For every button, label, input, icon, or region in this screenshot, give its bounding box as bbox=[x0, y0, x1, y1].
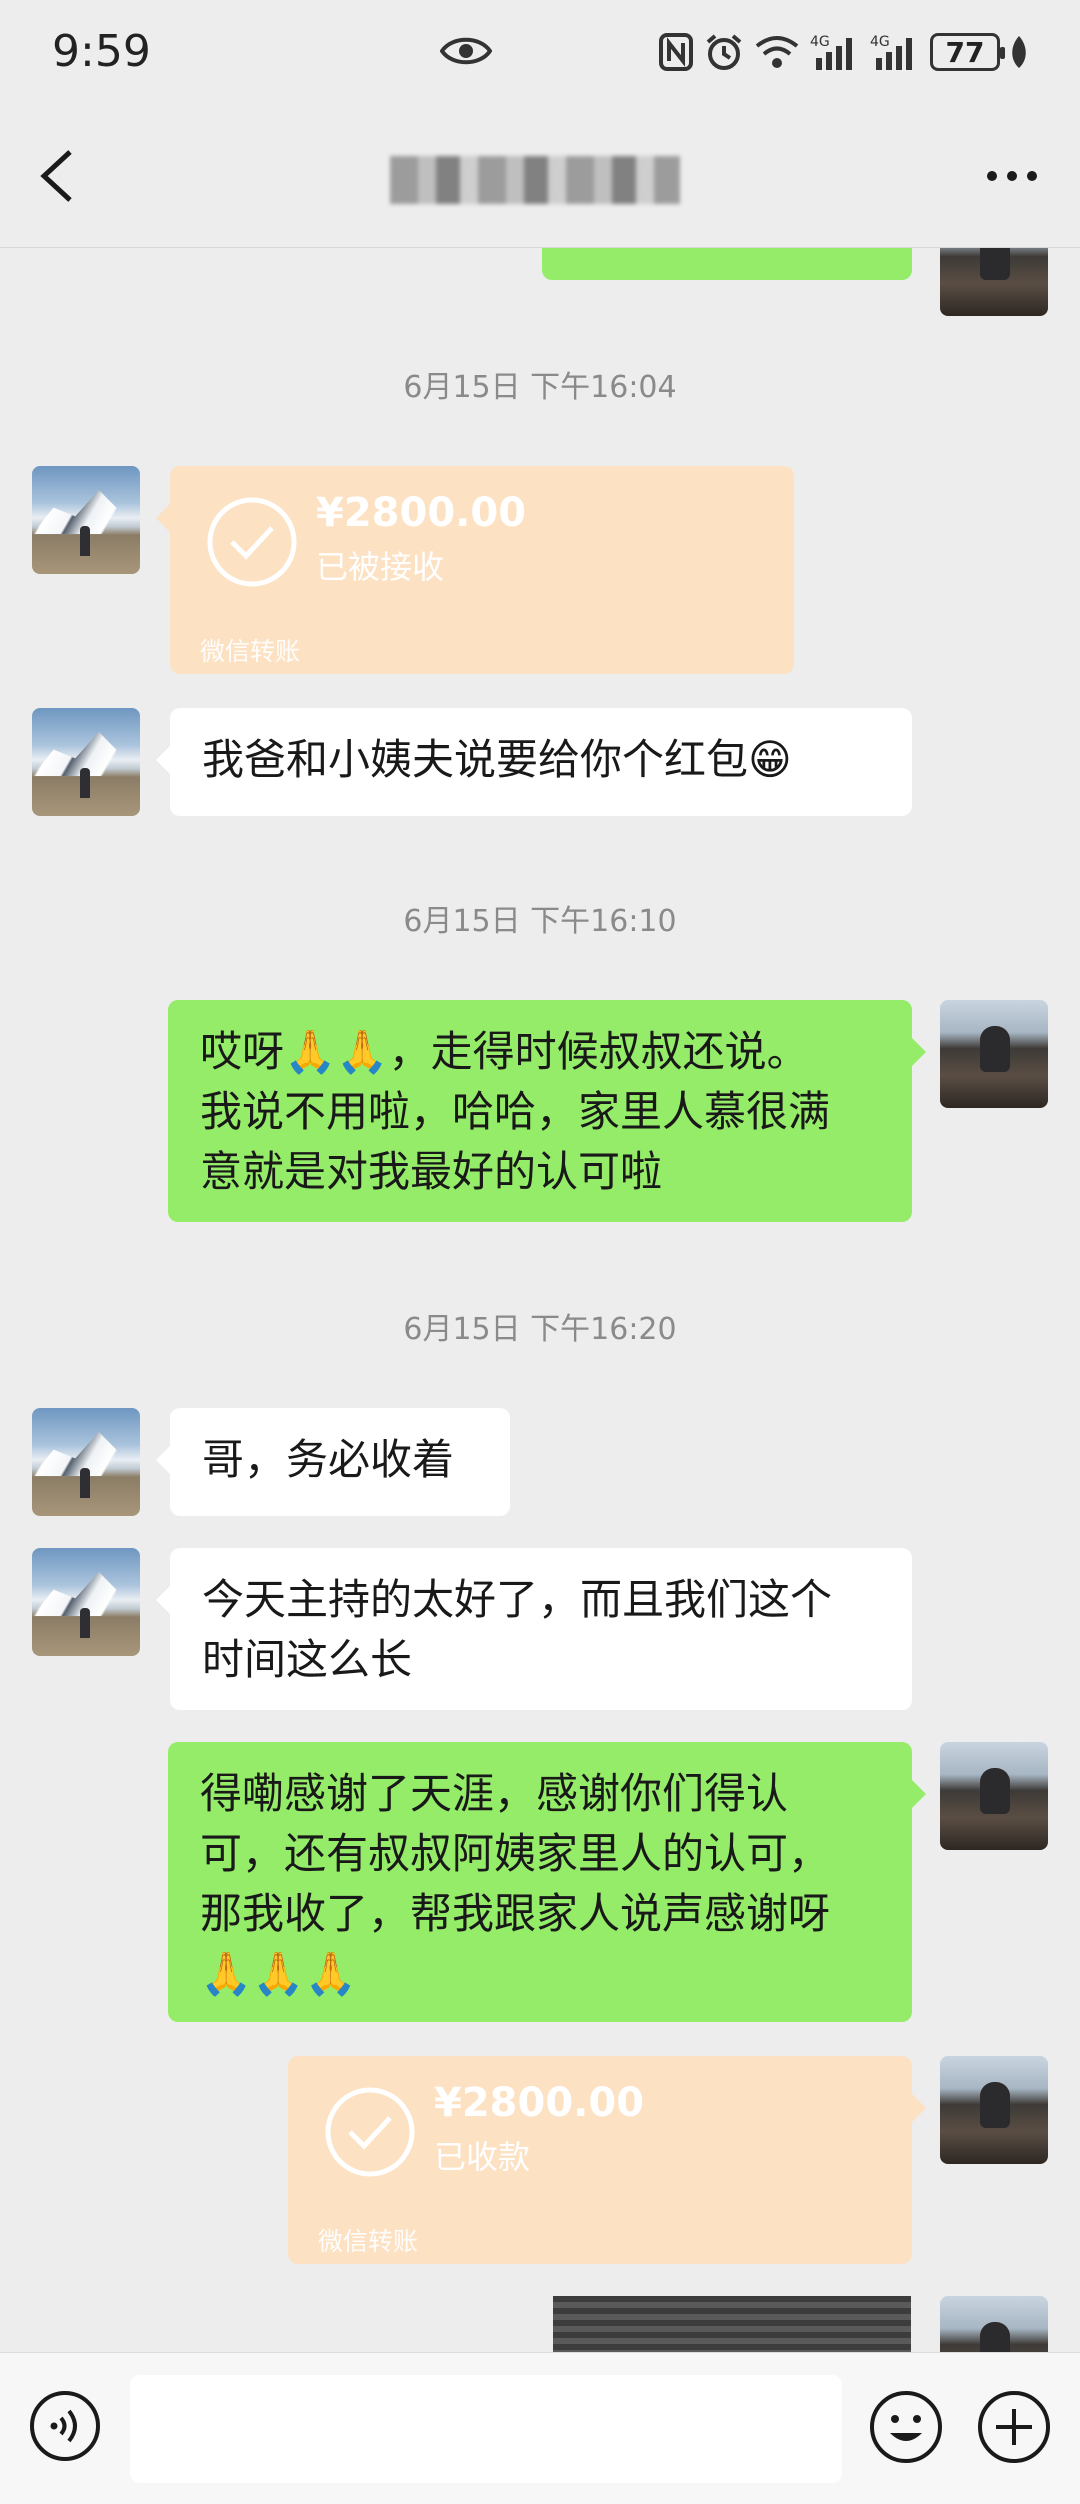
status-icons: 4G 4G 77 bbox=[658, 30, 1028, 74]
transfer-status: 已被接收 bbox=[316, 548, 445, 586]
contact-avatar[interactable] bbox=[32, 1408, 140, 1516]
voice-icon[interactable] bbox=[28, 2389, 102, 2463]
message-text-line: 🙏🙏🙏 bbox=[200, 1949, 357, 1998]
leaf-icon bbox=[1012, 36, 1026, 68]
message-text-line: 得嘞感谢了天涯，感谢你们得认 bbox=[200, 1769, 789, 1818]
my-avatar[interactable] bbox=[940, 248, 1048, 316]
contact-avatar[interactable] bbox=[32, 1548, 140, 1656]
transfer-footer: 微信转账 bbox=[200, 637, 301, 666]
transfer-amount: ¥2800.00 bbox=[316, 490, 527, 536]
svg-text:4G: 4G bbox=[870, 34, 890, 50]
check-circle-icon bbox=[325, 2087, 415, 2177]
emoji-icon[interactable] bbox=[868, 2389, 944, 2465]
my-avatar[interactable] bbox=[940, 1000, 1048, 1108]
signal-4g-icon: 4G bbox=[810, 34, 852, 70]
my-avatar[interactable] bbox=[940, 1742, 1048, 1850]
message-text-line: 那我收了，帮我跟家人说声感谢呀 bbox=[200, 1889, 831, 1938]
nav-bar bbox=[0, 104, 1080, 248]
message-text-line: 哎呀🙏🙏，走得时候叔叔还说。 bbox=[200, 1027, 809, 1076]
alarm-icon bbox=[706, 34, 742, 70]
image-message[interactable] bbox=[553, 2296, 911, 2352]
message-text-line: 今天主持的太好了，而且我们这个 bbox=[202, 1575, 833, 1624]
transfer-card-received[interactable]: ¥2800.00 已被接收 微信转账 bbox=[156, 466, 794, 674]
timestamp: 6月15日 下午16:20 bbox=[403, 1312, 677, 1347]
input-bar bbox=[0, 2352, 1080, 2504]
my-avatar[interactable] bbox=[940, 2056, 1048, 2164]
timestamp: 6月15日 下午16:04 bbox=[403, 370, 677, 405]
chat-scroll-area[interactable]: 6月15日 下午16:04 ¥2800.00 已被接收 微信转账 我爸和小姨夫说… bbox=[0, 248, 1080, 2352]
message-text: 哥，务必收着 bbox=[202, 1435, 455, 1484]
status-bar: 9:59 4G 4G 77 bbox=[0, 0, 1080, 104]
svg-text:4G: 4G bbox=[810, 34, 830, 50]
transfer-card-accepted[interactable]: ¥2800.00 已收款 微信转账 bbox=[288, 2056, 926, 2264]
message-sent[interactable]: 哎呀🙏🙏，走得时候叔叔还说。 我说不用啦，哈哈，家里人慕很满 意就是对我最好的认… bbox=[168, 1000, 926, 1222]
transfer-status: 已收款 bbox=[434, 2138, 531, 2176]
battery-icon: 77 bbox=[930, 33, 1005, 71]
message-received[interactable]: 今天主持的太好了，而且我们这个 时间这么长 bbox=[156, 1548, 912, 1710]
message-text-line: 可，还有叔叔阿姨家里人的认可， bbox=[200, 1829, 831, 1878]
contact-avatar[interactable] bbox=[32, 466, 140, 574]
partial-sent-bubble[interactable] bbox=[542, 248, 912, 280]
timestamp: 6月15日 下午16:10 bbox=[403, 904, 677, 939]
message-text-line: 时间这么长 bbox=[202, 1635, 413, 1684]
signal-4g-icon-2: 4G bbox=[870, 34, 912, 70]
contact-avatar[interactable] bbox=[32, 708, 140, 816]
message-received[interactable]: 我爸和小姨夫说要给你个红包😁 bbox=[156, 708, 912, 816]
wifi-icon bbox=[755, 36, 799, 68]
more-dots-icon[interactable] bbox=[984, 166, 1040, 186]
message-sent[interactable]: 得嘞感谢了天涯，感谢你们得认 可，还有叔叔阿姨家里人的认可， 那我收了，帮我跟家… bbox=[168, 1742, 926, 2022]
message-received[interactable]: 哥，务必收着 bbox=[156, 1408, 510, 1516]
chat-title bbox=[390, 156, 680, 204]
my-avatar[interactable] bbox=[940, 2296, 1048, 2352]
plus-icon[interactable] bbox=[976, 2389, 1052, 2465]
chevron-left-icon[interactable] bbox=[36, 148, 80, 204]
transfer-amount: ¥2800.00 bbox=[434, 2080, 645, 2126]
message-text: 我爸和小姨夫说要给你个红包😁 bbox=[202, 735, 792, 784]
message-input[interactable] bbox=[130, 2375, 842, 2483]
message-text-line: 我说不用啦，哈哈，家里人慕很满 bbox=[200, 1087, 831, 1136]
eye-icon bbox=[440, 37, 492, 65]
transfer-footer: 微信转账 bbox=[318, 2227, 419, 2256]
status-time: 9:59 bbox=[52, 26, 151, 77]
check-circle-icon bbox=[207, 497, 297, 587]
nfc-icon bbox=[659, 33, 693, 71]
message-text-line: 意就是对我最好的认可啦 bbox=[200, 1147, 663, 1196]
